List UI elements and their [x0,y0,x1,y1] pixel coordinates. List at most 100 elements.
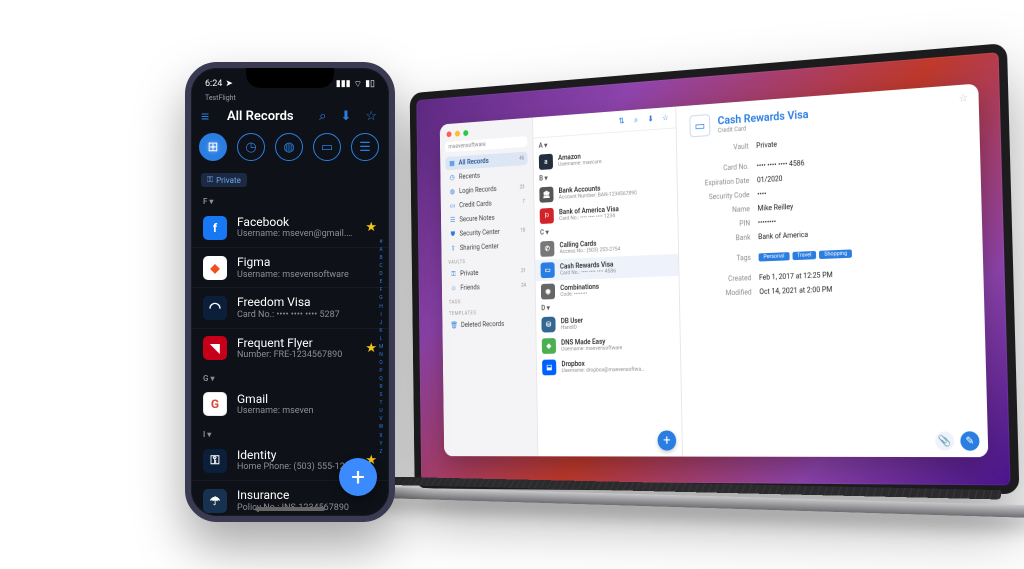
field-label: Card No. [690,163,749,175]
share-icon: ⇪ [450,244,457,252]
alpha-index-letter[interactable]: N [379,352,383,358]
row-figma[interactable]: ◆ FigmaUsername: msevensoftware [191,247,389,287]
alpha-index-letter[interactable]: I [380,312,381,318]
filter-cards-icon[interactable]: ▭ [313,133,341,161]
row-sub: Username: mseven [237,406,377,417]
tag-chip[interactable]: Travel [792,251,816,260]
row-title: Frequent Flyer [237,336,355,350]
field-value[interactable]: •••• [757,190,766,199]
laptop-device: msevensoftware ▦ All Records 45 ◷ Recent… [354,70,994,490]
field-value[interactable]: •••••••• [758,218,776,227]
section-header-f: F ▾ [191,191,389,208]
alpha-index-letter[interactable]: P [379,368,382,374]
alpha-index-letter[interactable]: F [380,287,383,293]
phone-icon: ✆ [540,241,554,257]
favorite-star-icon[interactable]: ★ [365,220,377,235]
sidebar-item-label: All Records [459,157,489,167]
alpha-index-letter[interactable]: # [379,239,382,245]
favorite-toggle[interactable]: ☆ [959,93,969,105]
alpha-index-letter[interactable]: B [379,255,382,261]
facebook-icon: f [203,216,227,240]
sidebar-item-count: 15 [520,228,525,234]
row-title: Identity [237,448,355,462]
alpha-index-letter[interactable]: L [380,336,383,342]
filter-all-icon[interactable]: ⊞ [199,133,227,161]
add-record-button[interactable]: + [657,430,676,450]
row-facebook[interactable]: f FacebookUsername: mseven@gmail.com ★ [191,208,389,247]
row-sub: Number: FRE-1234567890 [237,350,355,361]
row-sub: Username: msevensoftware [561,345,622,353]
alpha-index-letter[interactable]: Y [379,441,382,447]
list-row-dns[interactable]: ◆ DNS Made EasyUsername: msevensoftware [536,332,680,357]
search-icon[interactable]: ⌕ [317,109,328,124]
alpha-index-letter[interactable]: M [379,344,383,350]
star-outline-icon[interactable]: ☆ [661,112,670,123]
alpha-index-letter[interactable]: V [379,416,382,422]
zoom-dot[interactable] [463,130,468,136]
filter-notes-icon[interactable]: ☰ [351,133,379,161]
alpha-index-letter[interactable]: T [380,400,383,406]
alpha-index[interactable]: # ABCDEFGHIJKLMNOPQRSTUVWXYZ [375,238,387,456]
sort-icon[interactable]: ⇅ [617,116,626,126]
alpha-index-letter[interactable]: A [379,247,382,253]
filter-recents-icon[interactable]: ◷ [237,133,265,161]
add-record-button[interactable]: + [339,458,377,496]
alpha-index-letter[interactable]: Z [380,449,383,455]
row-gmail[interactable]: G GmailUsername: mseven [191,385,389,424]
search-icon[interactable]: ⌕ [631,115,640,126]
alpha-index-letter[interactable]: R [379,384,382,390]
alpha-index-letter[interactable]: C [379,263,382,269]
field-value[interactable]: 01/2020 [757,175,783,185]
alpha-index-letter[interactable]: H [379,304,383,310]
home-indicator[interactable] [255,507,325,511]
record-detail: ☆ ▭ Cash Rewards Visa Credit Card VaultP… [676,83,988,457]
alpha-index-letter[interactable]: D [379,271,382,277]
filter-row: ⊞ ◷ ◍ ▭ ☰ [191,129,389,167]
field-label: PIN [691,219,750,230]
download-icon[interactable]: ⬇ [646,114,655,125]
alpha-index-letter[interactable]: X [379,433,382,439]
attach-button[interactable]: 📎 [935,431,954,450]
sidebar-item-label: Private [460,269,478,277]
close-dot[interactable] [446,131,451,137]
alpha-index-letter[interactable]: U [379,408,382,414]
star-outline-icon[interactable]: ☆ [363,109,379,124]
chase-icon: ◠ [203,296,227,320]
testflight-label: TestFlight [191,94,389,102]
field-value[interactable]: Mike Reilley [757,203,793,213]
minimize-dot[interactable] [455,131,460,137]
tags-row: Personal Travel Shopping [759,249,853,261]
row-frequent-flyer[interactable]: ◥ Frequent FlyerNumber: FRE-1234567890 ★ [191,328,389,368]
tag-chip[interactable]: Shopping [819,249,852,259]
field-label: Security Code [691,191,750,202]
field-value: Private [756,141,777,150]
alpha-index-letter[interactable]: J [380,320,383,326]
menu-icon[interactable]: ≡ [201,108,217,125]
field-value[interactable]: Bank of America [758,231,808,241]
sidebar-item-count: 21 [521,268,526,274]
alpha-index-letter[interactable]: S [380,392,383,398]
sidebar-item-deleted[interactable]: 🗑 Deleted Records [447,316,530,332]
vault-chip[interactable]: ⚿ Private [201,173,247,187]
tag-chip[interactable]: Personal [759,252,790,261]
download-icon[interactable]: ⬇ [338,109,353,124]
alpha-index-letter[interactable]: E [380,279,383,285]
amazon-icon: a [539,154,553,170]
sidebar-item-label: Secure Notes [459,214,494,224]
note-icon: ☰ [449,216,456,224]
edit-button[interactable]: ✎ [960,431,980,450]
alpha-index-letter[interactable]: O [379,360,382,366]
alpha-index-letter[interactable]: Q [379,376,382,382]
row-freedom-visa[interactable]: ◠ Freedom VisaCard No.: •••• •••• •••• 5… [191,287,389,327]
phone-header: ≡ All Records ⌕ ⬇ ☆ [191,102,389,129]
sidebar-item-label: Friends [460,283,480,291]
list-row-dropbox[interactable]: ⬓ DropboxUsername: dropbox@msevensoftwa… [537,354,681,378]
row-sub: Card No.: •••• •••• •••• 5287 [237,310,377,321]
filter-web-icon[interactable]: ◍ [275,133,303,161]
alpha-index-letter[interactable]: W [379,424,383,430]
field-value[interactable]: •••• •••• •••• 4586 [757,159,805,170]
sidebar-item-label: Login Records [459,185,497,195]
alpha-index-letter[interactable]: G [379,295,382,301]
alpha-index-letter[interactable]: K [379,328,382,334]
row-sub: Card No.: •••• •••• •••• 4586 [560,268,616,276]
